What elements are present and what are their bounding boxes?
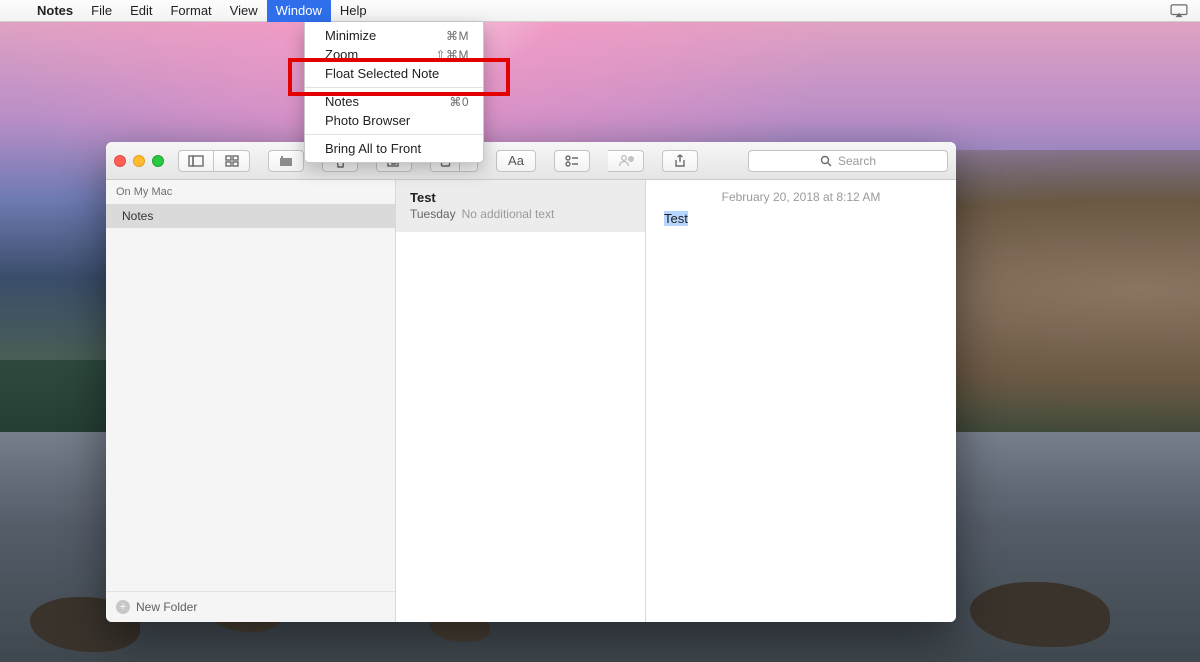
sidebar-item-notes[interactable]: Notes — [106, 204, 395, 228]
menu-item-label: Float Selected Note — [325, 66, 439, 81]
search-field[interactable]: Search — [748, 150, 948, 172]
close-button[interactable] — [114, 155, 126, 167]
menu-item-notes[interactable]: Notes ⌘0 — [305, 92, 483, 111]
menu-item-label: Notes — [325, 94, 359, 109]
menu-separator — [305, 134, 483, 135]
note-meta: Tuesday No additional text — [410, 207, 631, 221]
menu-item-bring-all-to-front[interactable]: Bring All to Front — [305, 139, 483, 158]
menu-file[interactable]: File — [82, 0, 121, 22]
note-body[interactable]: Test — [664, 211, 688, 226]
menu-help[interactable]: Help — [331, 0, 376, 22]
note-title: Test — [410, 190, 631, 205]
search-icon — [820, 155, 832, 167]
note-preview: No additional text — [462, 207, 555, 221]
aa-label: Aa — [508, 153, 524, 168]
menu-item-shortcut: ⌘0 — [449, 95, 469, 109]
menu-window[interactable]: Window — [267, 0, 331, 22]
list-view-button[interactable] — [178, 150, 214, 172]
note-list-item[interactable]: Test Tuesday No additional text — [396, 180, 645, 232]
sidebar: On My Mac Notes + New Folder — [106, 180, 396, 622]
menu-item-label: Bring All to Front — [325, 141, 421, 156]
new-folder-button[interactable]: + New Folder — [106, 591, 395, 622]
format-button[interactable]: Aa — [496, 150, 536, 172]
checklist-button[interactable] — [554, 150, 590, 172]
note-editor[interactable]: February 20, 2018 at 8:12 AM Test — [646, 180, 956, 622]
airplay-icon[interactable] — [1170, 4, 1188, 18]
menu-item-float-selected-note[interactable]: Float Selected Note — [305, 64, 483, 83]
note-list: Test Tuesday No additional text — [396, 180, 646, 622]
menu-item-shortcut: ⌘M — [446, 29, 469, 43]
note-date: February 20, 2018 at 8:12 AM — [664, 190, 938, 204]
menu-item-minimize[interactable]: Minimize ⌘M — [305, 26, 483, 45]
note-day: Tuesday — [410, 207, 456, 221]
app-name[interactable]: Notes — [28, 3, 82, 18]
notes-window: Aa Search On My Mac Notes + — [106, 142, 956, 622]
fullscreen-button[interactable] — [152, 155, 164, 167]
attachments-button[interactable] — [268, 150, 304, 172]
menu-view[interactable]: View — [221, 0, 267, 22]
menubar: Notes File Edit Format View Window Help — [0, 0, 1200, 22]
menu-item-zoom[interactable]: Zoom ⇧⌘M — [305, 45, 483, 64]
view-toggle — [178, 150, 250, 172]
add-people-button[interactable] — [608, 150, 644, 172]
menu-item-photo-browser[interactable]: Photo Browser — [305, 111, 483, 130]
new-folder-label: New Folder — [136, 600, 197, 614]
menu-item-label: Photo Browser — [325, 113, 410, 128]
titlebar[interactable]: Aa Search — [106, 142, 956, 180]
menu-format[interactable]: Format — [161, 0, 220, 22]
plus-icon: + — [116, 600, 130, 614]
menu-edit[interactable]: Edit — [121, 0, 161, 22]
menu-separator — [305, 87, 483, 88]
share-button[interactable] — [662, 150, 698, 172]
menu-item-shortcut: ⇧⌘M — [435, 48, 469, 62]
sidebar-header[interactable]: On My Mac — [106, 180, 395, 204]
menu-item-label: Zoom — [325, 47, 358, 62]
window-menu-dropdown: Minimize ⌘M Zoom ⇧⌘M Float Selected Note… — [304, 22, 484, 163]
grid-view-button[interactable] — [214, 150, 250, 172]
menu-item-label: Minimize — [325, 28, 376, 43]
search-placeholder: Search — [838, 154, 876, 168]
add-people-segment — [608, 150, 644, 172]
minimize-button[interactable] — [133, 155, 145, 167]
